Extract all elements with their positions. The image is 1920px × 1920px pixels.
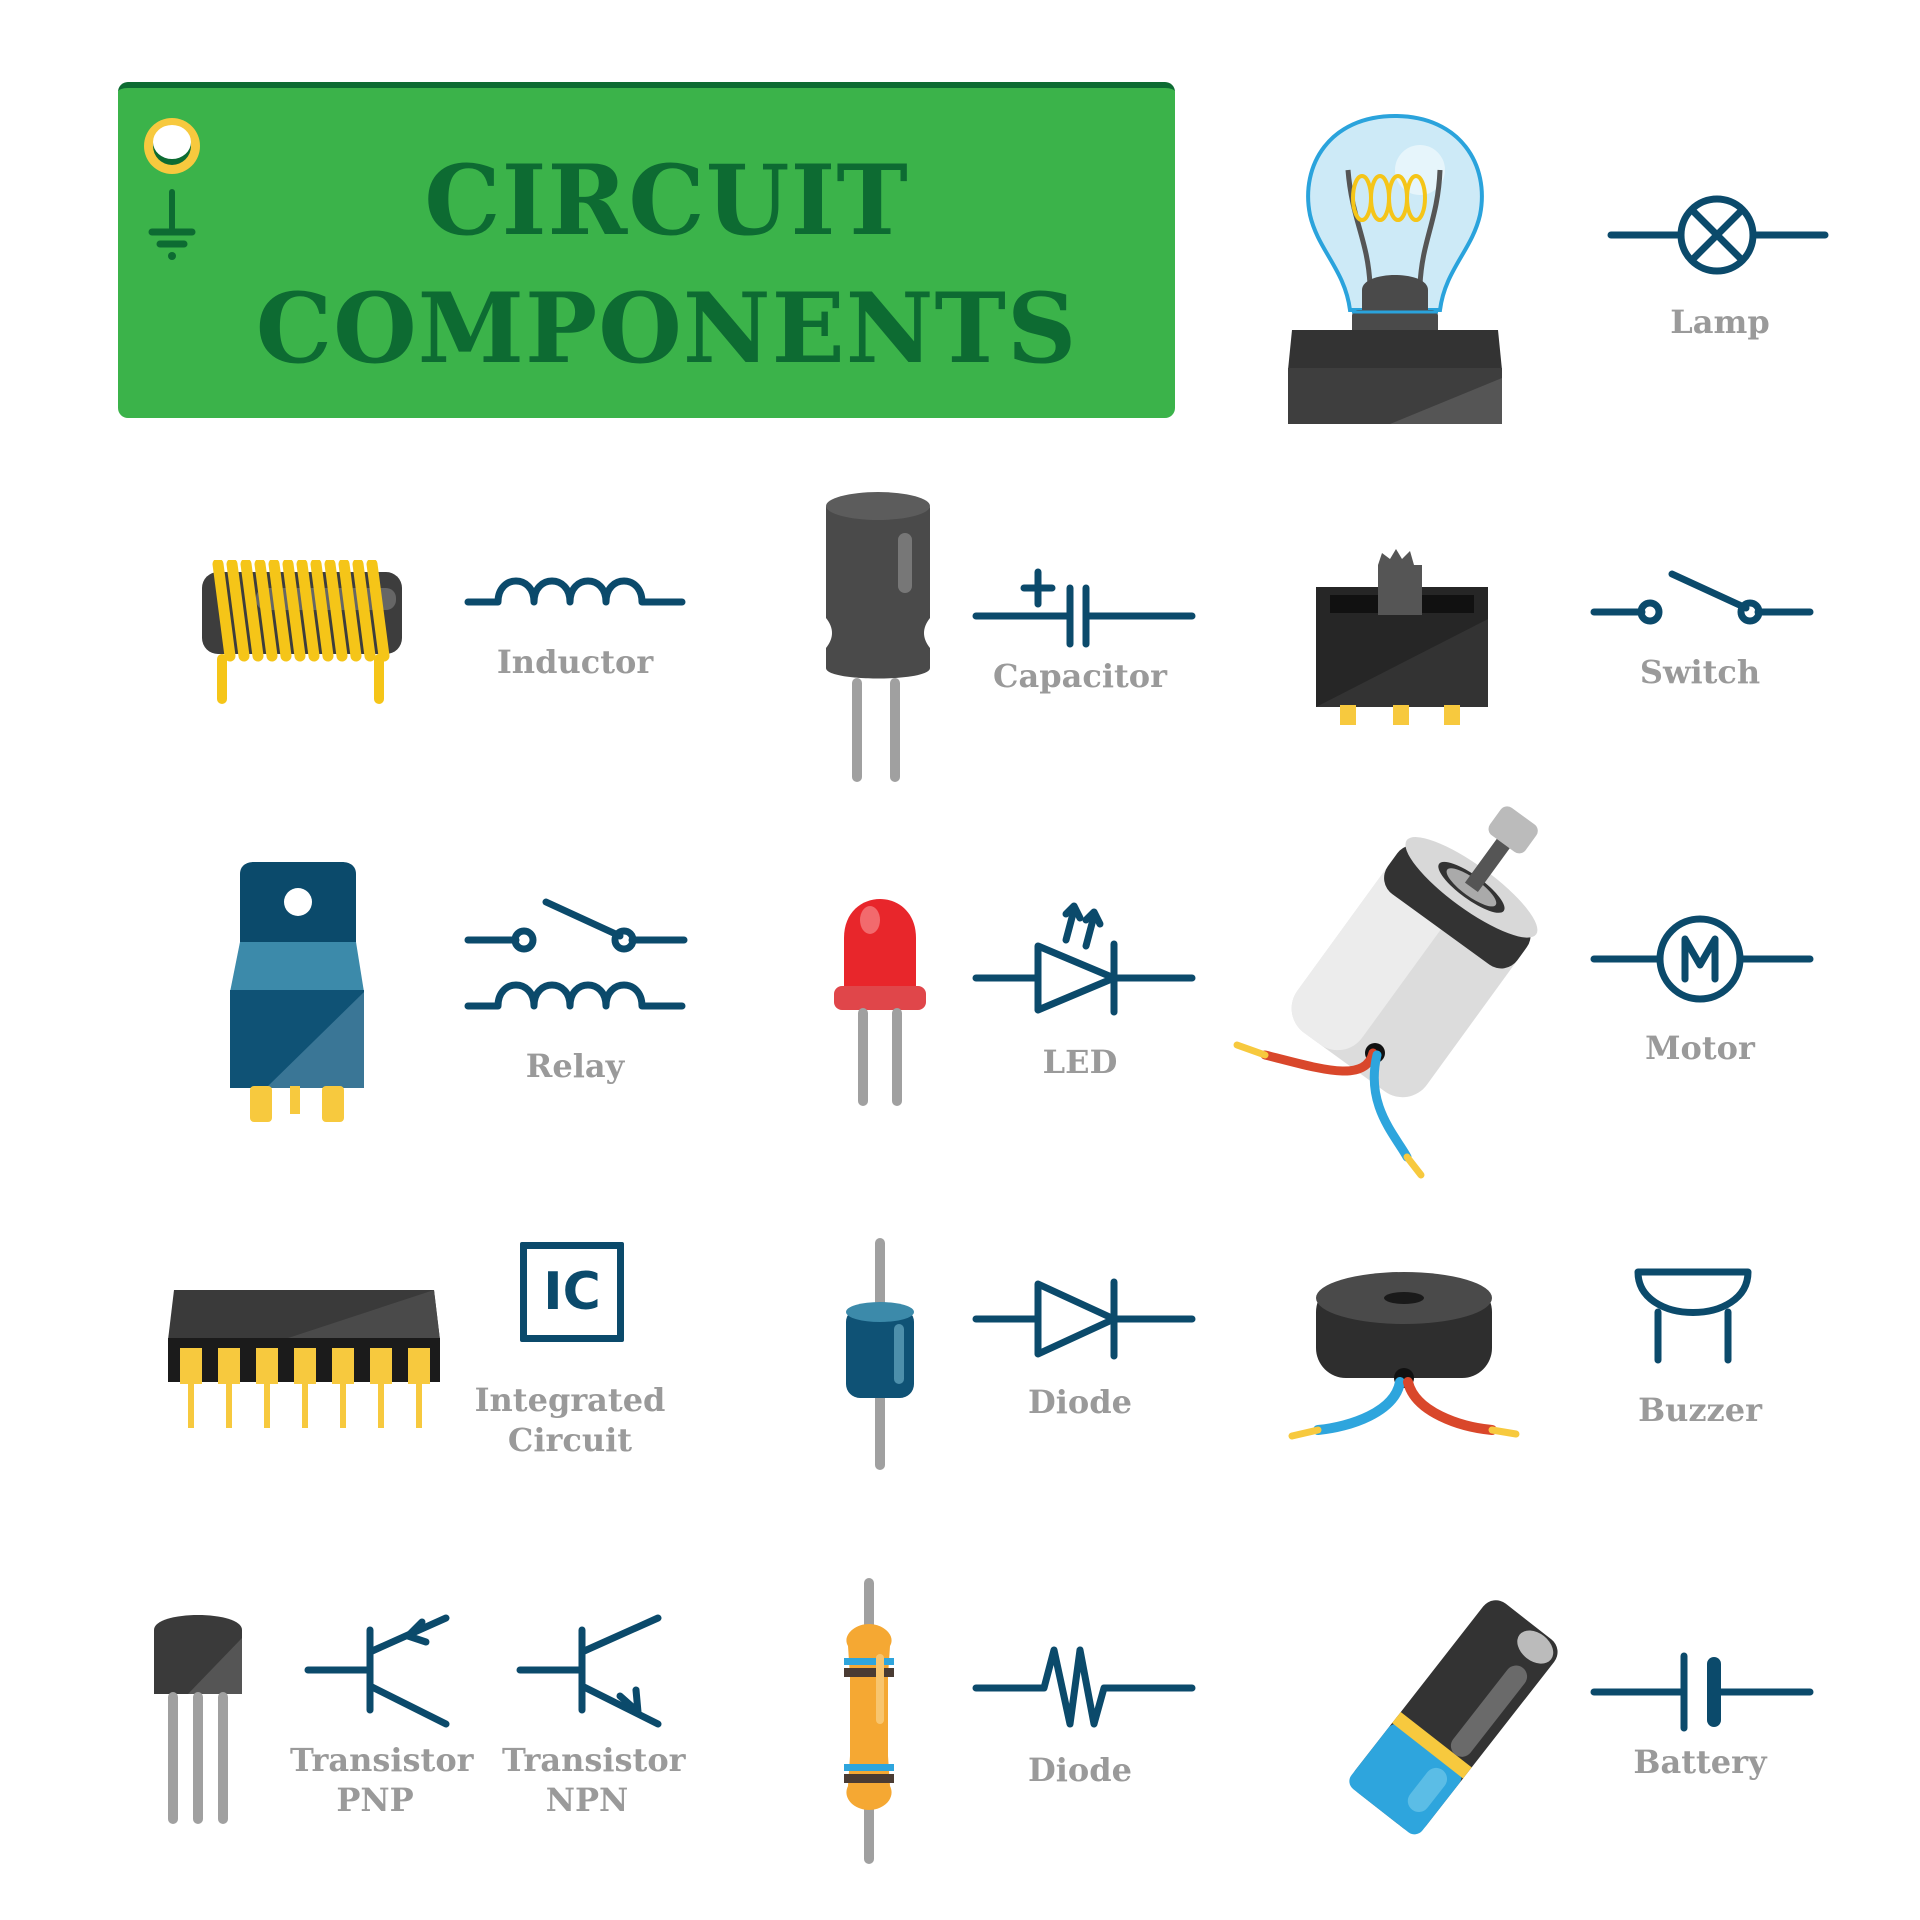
battery-cell-icon <box>1349 1600 1558 1835</box>
resistor-icon <box>844 1578 894 1864</box>
ic-symbol-icon: IC <box>520 1242 624 1342</box>
dc-motor-icon <box>1233 806 1538 1179</box>
battery-label: Battery <box>1633 1743 1767 1781</box>
title-line-2: COMPONENTS <box>255 272 1078 385</box>
npn-label-line-2: NPN <box>545 1781 629 1819</box>
battery-symbol-icon <box>1590 1652 1814 1732</box>
relay-icon <box>230 862 364 1122</box>
title-line-1: CIRCUIT <box>424 144 909 257</box>
led-symbol-icon <box>972 902 1196 1016</box>
resistor-label: Diode <box>1028 1751 1132 1789</box>
lamp-symbol-icon <box>1607 195 1829 275</box>
diode-label: Diode <box>1028 1383 1132 1421</box>
relay-symbol-icon <box>464 898 688 1010</box>
buzzer-label: Buzzer <box>1638 1391 1762 1429</box>
diode-symbol-icon <box>972 1278 1196 1360</box>
light-bulb-icon <box>1288 113 1502 424</box>
ic-label-line-1: Integrated <box>474 1381 666 1419</box>
ic-symbol-text: IC <box>543 1262 601 1322</box>
coil-icon <box>202 560 402 704</box>
pnp-label-line-1: Transistor <box>290 1741 474 1779</box>
electrolytic-capacitor-icon <box>826 492 930 782</box>
slide-switch-icon <box>1316 549 1488 725</box>
motor-label: Motor <box>1645 1029 1755 1067</box>
diode-icon <box>846 1238 914 1470</box>
transistor-npn-label: Transistor NPN <box>502 1740 686 1820</box>
capacitor-label: Capacitor <box>993 657 1167 695</box>
resistor-symbol-icon <box>972 1646 1196 1728</box>
buzzer-symbol-icon <box>1634 1268 1752 1364</box>
lamp-label: Lamp <box>1670 303 1770 341</box>
relay-label: Relay <box>525 1047 625 1085</box>
switch-label: Switch <box>1639 653 1761 691</box>
ic-label-line-2: Circuit <box>507 1421 633 1459</box>
npn-label-line-1: Transistor <box>502 1741 686 1779</box>
pnp-symbol-icon <box>304 1614 450 1728</box>
dip-chip-icon <box>168 1290 440 1428</box>
inductor-symbol-icon <box>464 577 686 606</box>
piezo-buzzer-icon <box>1288 1272 1520 1440</box>
npn-symbol-icon <box>516 1614 662 1728</box>
to92-transistor-icon <box>154 1615 242 1824</box>
pnp-label-line-2: PNP <box>336 1781 414 1819</box>
switch-symbol-icon <box>1590 570 1814 625</box>
ic-label: Integrated Circuit <box>460 1380 680 1460</box>
transistor-pnp-label: Transistor PNP <box>290 1740 474 1820</box>
capacitor-symbol-icon <box>972 568 1196 648</box>
inductor-label: Inductor <box>496 643 654 681</box>
title-banner: CIRCUIT COMPONENTS <box>118 82 1175 418</box>
led-label: LED <box>1042 1043 1118 1081</box>
red-led-icon <box>834 899 926 1106</box>
motor-symbol-icon <box>1590 915 1814 1003</box>
